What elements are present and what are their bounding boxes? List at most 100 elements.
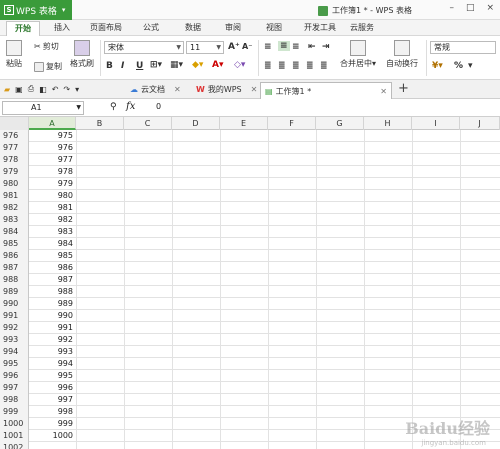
- fill-color-icon[interactable]: ◆▾: [192, 60, 203, 70]
- redo-icon[interactable]: ↷: [63, 85, 70, 94]
- cell-a[interactable]: 982: [29, 214, 76, 226]
- distributed-icon[interactable]: ≣: [320, 61, 328, 71]
- column-header-j[interactable]: J: [460, 117, 500, 130]
- minimize-button[interactable]: –: [449, 3, 454, 13]
- row-header[interactable]: 976: [0, 130, 29, 142]
- column-header-e[interactable]: E: [220, 117, 268, 130]
- cell-a[interactable]: 984: [29, 238, 76, 250]
- spreadsheet-grid[interactable]: A B C D E F G H I J 976 975 977 976 978 977 97…: [0, 117, 500, 449]
- tab-insert[interactable]: 插入: [54, 22, 70, 33]
- cell-a[interactable]: 990: [29, 310, 76, 322]
- more-options-icon[interactable]: ▾: [468, 61, 473, 71]
- cell-a[interactable]: 975: [29, 130, 76, 142]
- select-all-corner[interactable]: [0, 117, 29, 130]
- cell-a[interactable]: 979: [29, 178, 76, 190]
- column-header-g[interactable]: G: [316, 117, 364, 130]
- justify-icon[interactable]: ≣: [306, 61, 314, 71]
- row-header[interactable]: 988: [0, 274, 29, 286]
- column-header-a[interactable]: A: [29, 117, 76, 130]
- bold-button[interactable]: B: [106, 61, 113, 71]
- print-icon[interactable]: ⎙: [28, 84, 34, 94]
- tab-workbook1[interactable]: ▤ 工作簿1 * ✕: [260, 82, 392, 99]
- preview-icon[interactable]: ◧: [39, 85, 47, 94]
- row-header[interactable]: 977: [0, 142, 29, 154]
- paste-button[interactable]: 粘贴: [6, 40, 22, 69]
- row-header[interactable]: 993: [0, 334, 29, 346]
- new-tab-button[interactable]: +: [398, 81, 409, 96]
- column-header-i[interactable]: I: [412, 117, 460, 130]
- font-size-select[interactable]: 11 ▼: [186, 41, 224, 54]
- align-left-icon[interactable]: ≣: [264, 61, 272, 71]
- row-header[interactable]: 980: [0, 178, 29, 190]
- row-header[interactable]: 978: [0, 154, 29, 166]
- align-middle-icon[interactable]: ≡: [278, 41, 290, 51]
- cell-a[interactable]: 988: [29, 286, 76, 298]
- cell-a[interactable]: 997: [29, 394, 76, 406]
- underline-button[interactable]: U: [136, 61, 143, 71]
- close-button[interactable]: ×: [486, 3, 494, 13]
- row-header[interactable]: 998: [0, 394, 29, 406]
- tab-developer[interactable]: 开发工具: [304, 22, 336, 33]
- currency-icon[interactable]: ¥▾: [432, 61, 443, 71]
- row-header[interactable]: 979: [0, 166, 29, 178]
- cell-a[interactable]: 991: [29, 322, 76, 334]
- align-center-icon[interactable]: ≣: [278, 61, 286, 71]
- tab-my-wps[interactable]: W 我的WPS ✕: [192, 82, 261, 97]
- close-icon[interactable]: ✕: [251, 85, 258, 94]
- row-header[interactable]: 986: [0, 250, 29, 262]
- cell-a[interactable]: 978: [29, 166, 76, 178]
- cell-a[interactable]: 986: [29, 262, 76, 274]
- cell-a[interactable]: 976: [29, 142, 76, 154]
- number-format-select[interactable]: 常规: [430, 41, 496, 54]
- tab-review[interactable]: 审阅: [225, 22, 241, 33]
- percent-button[interactable]: %: [454, 61, 463, 71]
- tab-data[interactable]: 数据: [185, 22, 201, 33]
- name-box[interactable]: A1 ▼: [2, 101, 84, 115]
- row-header[interactable]: 994: [0, 346, 29, 358]
- row-header[interactable]: 992: [0, 322, 29, 334]
- close-icon[interactable]: ✕: [380, 87, 387, 96]
- decrease-font-icon[interactable]: A⁻: [242, 42, 252, 51]
- tab-cloud-services[interactable]: 云服务: [350, 22, 374, 33]
- align-top-icon[interactable]: ≡: [264, 42, 272, 52]
- chevron-down-icon[interactable]: ▾: [75, 85, 79, 94]
- undo-icon[interactable]: ↶: [52, 85, 59, 94]
- tab-home[interactable]: 开始: [6, 21, 40, 36]
- border-icon[interactable]: ⊞▾: [150, 60, 162, 70]
- tab-cloud-docs[interactable]: ☁ 云文档 ✕: [126, 82, 185, 97]
- row-header[interactable]: 995: [0, 358, 29, 370]
- row-header[interactable]: 981: [0, 190, 29, 202]
- merge-cells-icon[interactable]: ▦▾: [170, 60, 183, 70]
- fx-button[interactable]: fx: [126, 101, 135, 112]
- italic-button[interactable]: I: [121, 61, 124, 71]
- formula-input[interactable]: 0: [156, 102, 161, 111]
- cell-a[interactable]: 989: [29, 298, 76, 310]
- row-header[interactable]: 1000: [0, 418, 29, 430]
- align-bottom-icon[interactable]: ≡: [292, 42, 300, 52]
- merge-center-button[interactable]: 合并居中▾: [340, 40, 376, 69]
- tab-view[interactable]: 视图: [266, 22, 282, 33]
- app-menu-button[interactable]: S WPS 表格 ▾: [0, 0, 72, 20]
- maximize-button[interactable]: □: [466, 3, 475, 13]
- copy-button[interactable]: 复制: [34, 61, 62, 72]
- cell-a[interactable]: 987: [29, 274, 76, 286]
- cell-a[interactable]: 998: [29, 406, 76, 418]
- column-header-h[interactable]: H: [364, 117, 412, 130]
- row-header[interactable]: 1002: [0, 442, 29, 449]
- cell-a[interactable]: 983: [29, 226, 76, 238]
- row-header[interactable]: 999: [0, 406, 29, 418]
- column-header-f[interactable]: F: [268, 117, 316, 130]
- cell-a[interactable]: 996: [29, 382, 76, 394]
- row-header[interactable]: 985: [0, 238, 29, 250]
- save-icon[interactable]: ▣: [15, 85, 23, 94]
- column-header-c[interactable]: C: [124, 117, 172, 130]
- font-color-icon[interactable]: A▾: [212, 60, 223, 70]
- cell-a[interactable]: 992: [29, 334, 76, 346]
- row-header[interactable]: 996: [0, 370, 29, 382]
- increase-indent-icon[interactable]: ⇥: [322, 42, 330, 52]
- column-header-b[interactable]: B: [76, 117, 124, 130]
- column-header-d[interactable]: D: [172, 117, 220, 130]
- cell-a[interactable]: 980: [29, 190, 76, 202]
- increase-font-icon[interactable]: A⁺: [228, 42, 240, 52]
- close-icon[interactable]: ✕: [174, 85, 181, 94]
